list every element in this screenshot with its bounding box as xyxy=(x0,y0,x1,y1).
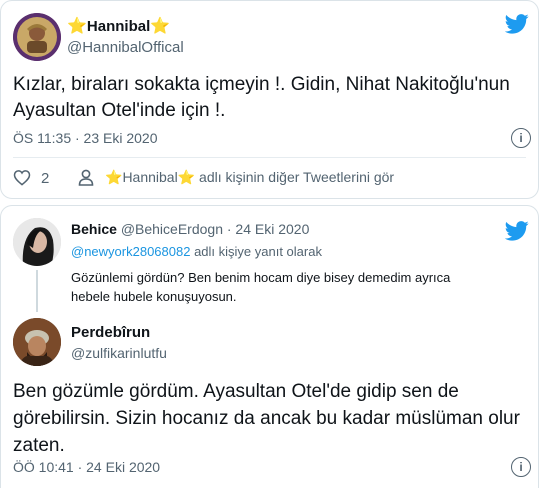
author-handle[interactable]: @HannibalOffical xyxy=(67,39,184,56)
reply-text-line: Gözünlemi gördün? Ben benim hocam diye b… xyxy=(71,270,451,285)
like-count[interactable]: 2 xyxy=(41,170,49,187)
more-tweets-label: adlı kişinin diğer Tweetlerini gör xyxy=(199,169,395,185)
tweet-text: Kızlar, biraları sokakta içmeyin !. Gidi… xyxy=(13,72,510,124)
answer-text: Ben gözümle gördüm. Ayasultan Otel'de gi… xyxy=(13,378,520,459)
star-icon: ⭐ xyxy=(177,169,196,185)
perdebirun-avatar[interactable] xyxy=(13,318,61,366)
reply-to-text: adlı kişiye yanıt olarak xyxy=(190,244,322,259)
star-icon: ⭐ xyxy=(150,18,171,35)
divider xyxy=(13,157,526,158)
answer-author-name[interactable]: Perdebîrun xyxy=(71,324,150,341)
tweet-text-line: Kızlar, biraları sokakta içmeyin !. Gidi… xyxy=(13,74,510,95)
answer-text-line: zaten. xyxy=(13,435,65,456)
answer-handle[interactable]: @zulfikarinlutfu xyxy=(71,345,167,361)
reply-handle-date[interactable]: @BehiceErdogn · 24 Eki 2020 xyxy=(121,221,310,237)
reply-to-handle[interactable]: @newyork28068082 xyxy=(71,244,190,259)
behice-avatar[interactable] xyxy=(13,218,61,266)
more-tweets-name: Hannibal xyxy=(122,169,178,185)
reply-author-row[interactable]: Behice @BehiceErdogn · 24 Eki 2020 xyxy=(71,221,309,237)
more-tweets-link[interactable]: ⭐Hannibal⭐ adlı kişinin diğer Tweetlerin… xyxy=(105,169,394,186)
author-name[interactable]: Hannibal xyxy=(87,18,150,35)
answer-text-line: görebilirsin. Sizin hocanız da ancak bu … xyxy=(13,408,520,429)
info-icon[interactable]: i xyxy=(511,457,531,477)
answer-text-line: Ben gözümle gördüm. Ayasultan Otel'de gi… xyxy=(13,381,459,402)
reply-to-line: @newyork28068082 adlı kişiye yanıt olara… xyxy=(71,244,322,259)
author-name-row[interactable]: ⭐Hannibal⭐ xyxy=(67,16,170,36)
person-icon xyxy=(78,169,94,186)
heart-icon[interactable] xyxy=(13,169,31,186)
twitter-bird-icon[interactable] xyxy=(505,221,529,241)
reply-text-line: hebele hubele konuşuyosun. xyxy=(71,289,237,304)
thread-connector xyxy=(36,270,38,312)
star-icon: ⭐ xyxy=(105,169,123,185)
info-icon[interactable]: i xyxy=(511,128,531,148)
twitter-bird-icon[interactable] xyxy=(505,14,529,34)
reply-author-name[interactable]: Behice xyxy=(71,221,117,237)
hannibal-avatar[interactable] xyxy=(13,13,61,61)
star-icon: ⭐ xyxy=(67,18,87,35)
tweet-text-line: Ayasultan Otel'inde için !. xyxy=(13,100,226,121)
main-tweet-card: ⭐Hannibal⭐ @HannibalOffical Kızlar, bira… xyxy=(0,0,539,199)
reply-text: Gözünlemi gördün? Ben benim hocam diye b… xyxy=(71,268,450,306)
answer-timestamp[interactable]: ÖÖ 10:41 · 24 Eki 2020 xyxy=(13,459,160,475)
reply-thread-card: Behice @BehiceErdogn · 24 Eki 2020 @newy… xyxy=(0,205,539,488)
tweet-timestamp[interactable]: ÖS 11:35 · 23 Eki 2020 xyxy=(13,130,158,146)
